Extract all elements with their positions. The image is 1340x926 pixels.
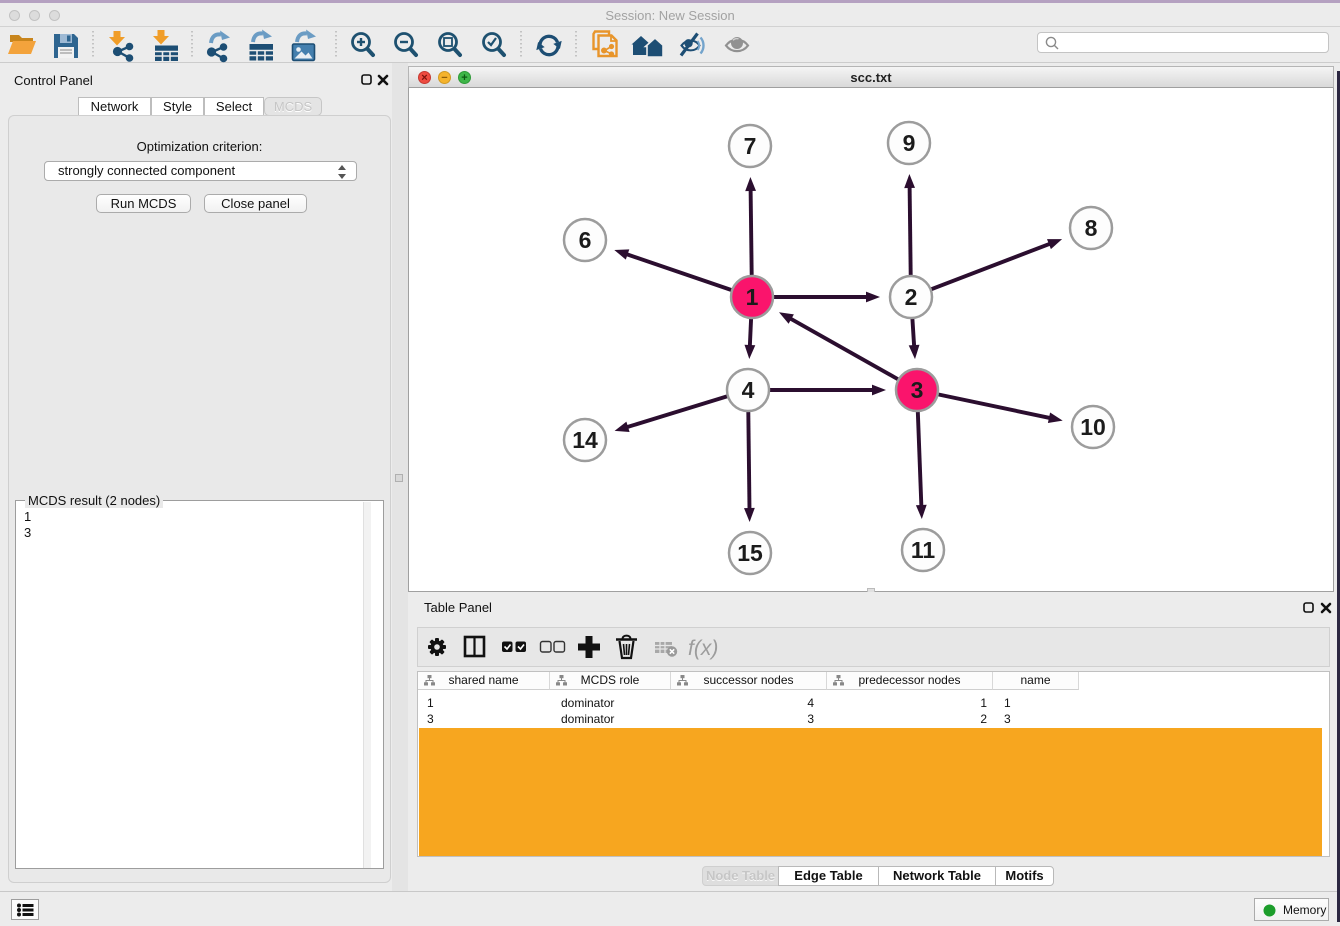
svg-text:11: 11 [911, 537, 936, 563]
svg-text:9: 9 [903, 130, 916, 156]
svg-text:2: 2 [905, 284, 918, 310]
svg-text:f(x): f(x) [688, 637, 718, 660]
svg-text:6: 6 [579, 227, 592, 253]
svg-text:10: 10 [1080, 414, 1106, 440]
svg-text:4: 4 [742, 377, 755, 403]
svg-text:15: 15 [737, 540, 763, 566]
svg-text:1: 1 [746, 284, 759, 310]
svg-text:8: 8 [1085, 215, 1098, 241]
svg-text:14: 14 [572, 427, 598, 453]
svg-text:3: 3 [911, 377, 924, 403]
svg-text:7: 7 [744, 133, 757, 159]
